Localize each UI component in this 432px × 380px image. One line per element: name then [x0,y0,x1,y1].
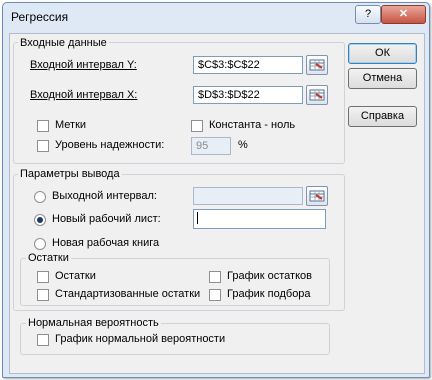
dialog-body: Входные данные Входной интервал Y: $C$3:… [9,33,425,374]
residuals-group-label: Остатки [26,252,71,264]
labels-label: Метки [55,119,87,131]
constant-zero-checkbox[interactable] [191,120,203,132]
constant-zero-label: Константа - ноль [209,119,296,131]
output-group-label: Параметры вывода [18,168,122,180]
range-picker-icon [309,59,325,71]
x-range-input[interactable]: $D$3:$D$22 [193,86,303,104]
y-range-picker-button[interactable] [306,55,328,75]
range-picker-icon [309,190,325,202]
title-bar[interactable]: Регрессия ? ✕ [3,3,429,31]
normal-plot-label: График нормальной вероятности [55,333,226,345]
y-range-label: Входной интервал Y: [30,59,137,71]
residuals-checkbox[interactable] [37,271,49,283]
x-range-label: Входной интервал X: [30,89,138,101]
std-residuals-label: Стандартизованные остатки [55,288,201,300]
fit-plot-label: График подбора [227,288,311,300]
residual-plot-checkbox[interactable] [209,271,221,283]
normal-plot-checkbox[interactable] [37,334,49,346]
new-book-label: Новая рабочая книга [52,237,160,249]
new-book-radio[interactable] [34,238,46,250]
std-residuals-checkbox[interactable] [37,289,49,301]
output-range-label: Выходной интервал: [52,190,157,202]
text-caret [197,212,198,224]
radio-selected-dot [37,217,43,223]
ok-button[interactable]: ОК [348,43,417,64]
normal-probability-group-label: Нормальная вероятность [26,317,161,329]
fit-plot-checkbox[interactable] [209,289,221,301]
confidence-level-label: Уровень надежности: [55,139,165,151]
help-title-button[interactable]: ? [355,5,381,24]
help-button[interactable]: Справка [348,106,417,127]
regression-dialog: Регрессия ? ✕ Входные данные Входной инт… [2,2,430,378]
output-range-radio[interactable] [34,191,46,203]
new-sheet-input[interactable] [193,209,326,229]
y-range-input[interactable]: $C$3:$C$22 [193,56,303,74]
cancel-button[interactable]: Отмена [348,68,417,89]
confidence-level-checkbox[interactable] [37,140,49,152]
residual-plot-label: График остатков [227,270,312,282]
input-group-label: Входные данные [18,37,109,49]
new-sheet-label: Новый рабочий лист: [52,213,161,225]
x-range-picker-button[interactable] [306,85,328,105]
output-range-input[interactable] [193,187,303,205]
percent-sign: % [238,139,248,151]
confidence-level-input[interactable]: 95 [191,137,231,155]
close-button[interactable]: ✕ [381,5,426,24]
range-picker-icon [309,89,325,101]
labels-checkbox[interactable] [37,120,49,132]
dialog-title: Регрессия [11,10,69,24]
new-sheet-radio[interactable] [34,214,46,226]
residuals-label: Остатки [55,270,96,282]
output-range-picker-button[interactable] [306,186,328,206]
